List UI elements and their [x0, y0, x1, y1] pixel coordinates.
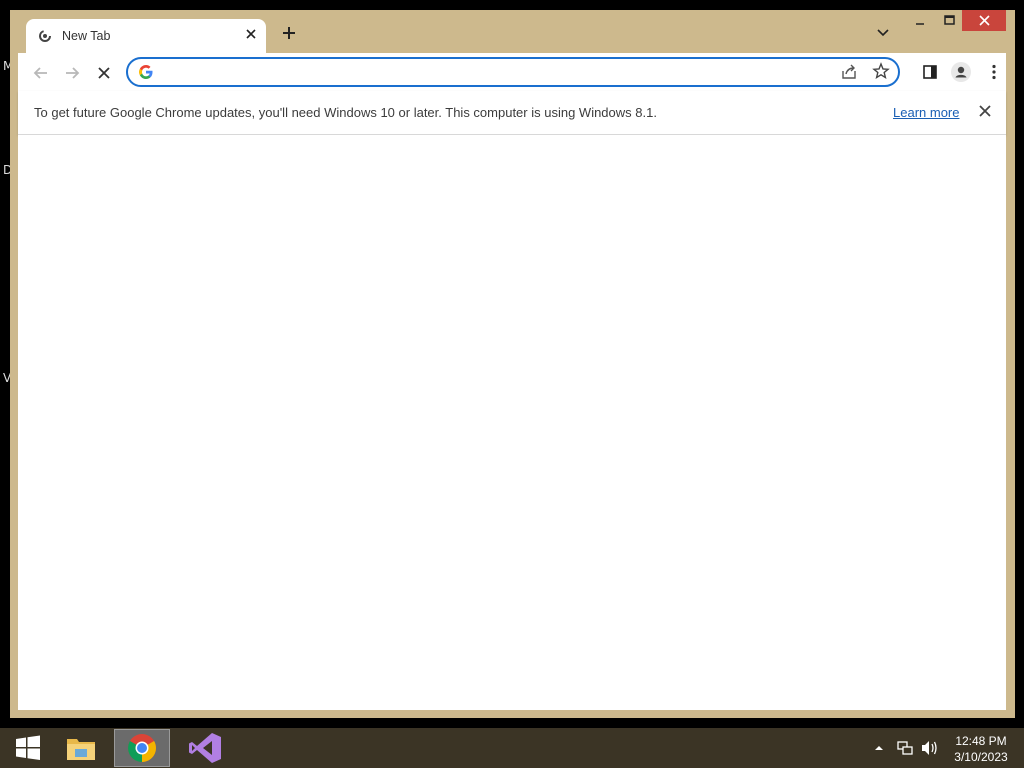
chrome-logo-icon	[128, 734, 156, 762]
visual-studio-icon	[189, 733, 221, 763]
side-panel-button[interactable]	[920, 62, 940, 82]
chrome-loading-icon	[39, 30, 51, 42]
windows-logo-icon	[16, 735, 40, 760]
chrome-window: New Tab To get future Google Chrome upda…	[10, 10, 1015, 718]
kebab-menu-icon	[992, 64, 996, 80]
forward-arrow-icon	[66, 67, 80, 79]
avatar-icon	[951, 62, 971, 82]
taskbar-file-explorer[interactable]	[53, 729, 109, 767]
network-tray-button[interactable]	[896, 728, 914, 768]
start-button[interactable]	[0, 729, 56, 767]
omnibox-input[interactable]	[162, 62, 806, 84]
bookmark-button[interactable]	[872, 62, 890, 80]
google-g-icon	[139, 65, 153, 79]
volume-tray-button[interactable]	[920, 728, 940, 768]
star-icon	[872, 62, 890, 79]
learn-more-link[interactable]: Learn more	[893, 105, 959, 120]
tab-title: New Tab	[62, 29, 111, 43]
forward-button[interactable]	[62, 63, 82, 83]
close-icon	[246, 29, 256, 39]
infobar-close-button[interactable]	[976, 102, 994, 120]
clock-time: 12:48 PM	[955, 734, 1007, 748]
close-window-button[interactable]	[962, 10, 1006, 31]
chrome-menu-button[interactable]	[984, 62, 1004, 82]
close-icon	[979, 105, 991, 117]
maximize-icon	[943, 15, 955, 25]
taskbar-visual-studio[interactable]	[177, 729, 233, 767]
clock-date: 3/10/2023	[954, 750, 1008, 764]
chevron-down-icon	[877, 29, 889, 37]
address-bar[interactable]	[126, 57, 900, 87]
stop-icon	[98, 67, 110, 79]
folder-icon	[67, 739, 95, 760]
infobar-message: To get future Google Chrome updates, you…	[34, 105, 657, 120]
speaker-icon	[922, 741, 937, 755]
share-icon	[842, 64, 856, 79]
stop-button[interactable]	[94, 63, 114, 83]
taskbar: 12:48 PM 3/10/2023	[0, 728, 1024, 768]
side-panel-icon	[923, 65, 937, 79]
taskbar-clock[interactable]: 12:48 PM 3/10/2023	[946, 733, 1016, 765]
page-content	[18, 135, 1006, 710]
maximize-button[interactable]	[936, 10, 962, 31]
show-hidden-icons-button[interactable]	[874, 728, 884, 768]
update-infobar: To get future Google Chrome updates, you…	[18, 91, 1006, 135]
tab-new-tab[interactable]: New Tab	[26, 19, 266, 53]
chevron-up-icon	[875, 746, 883, 750]
plus-icon	[283, 27, 295, 39]
new-tab-button[interactable]	[278, 23, 300, 45]
back-button[interactable]	[31, 63, 51, 83]
tab-close-button[interactable]	[242, 25, 260, 45]
profile-button[interactable]	[951, 62, 971, 82]
share-button[interactable]	[840, 63, 858, 81]
taskbar-google-chrome[interactable]	[114, 729, 170, 767]
minimize-icon	[916, 22, 924, 25]
back-arrow-icon	[33, 67, 47, 79]
network-icon	[897, 741, 913, 755]
minimize-button[interactable]	[906, 10, 934, 31]
close-icon	[978, 15, 990, 26]
browser-toolbar	[18, 53, 1006, 91]
tab-search-button[interactable]	[876, 26, 894, 44]
